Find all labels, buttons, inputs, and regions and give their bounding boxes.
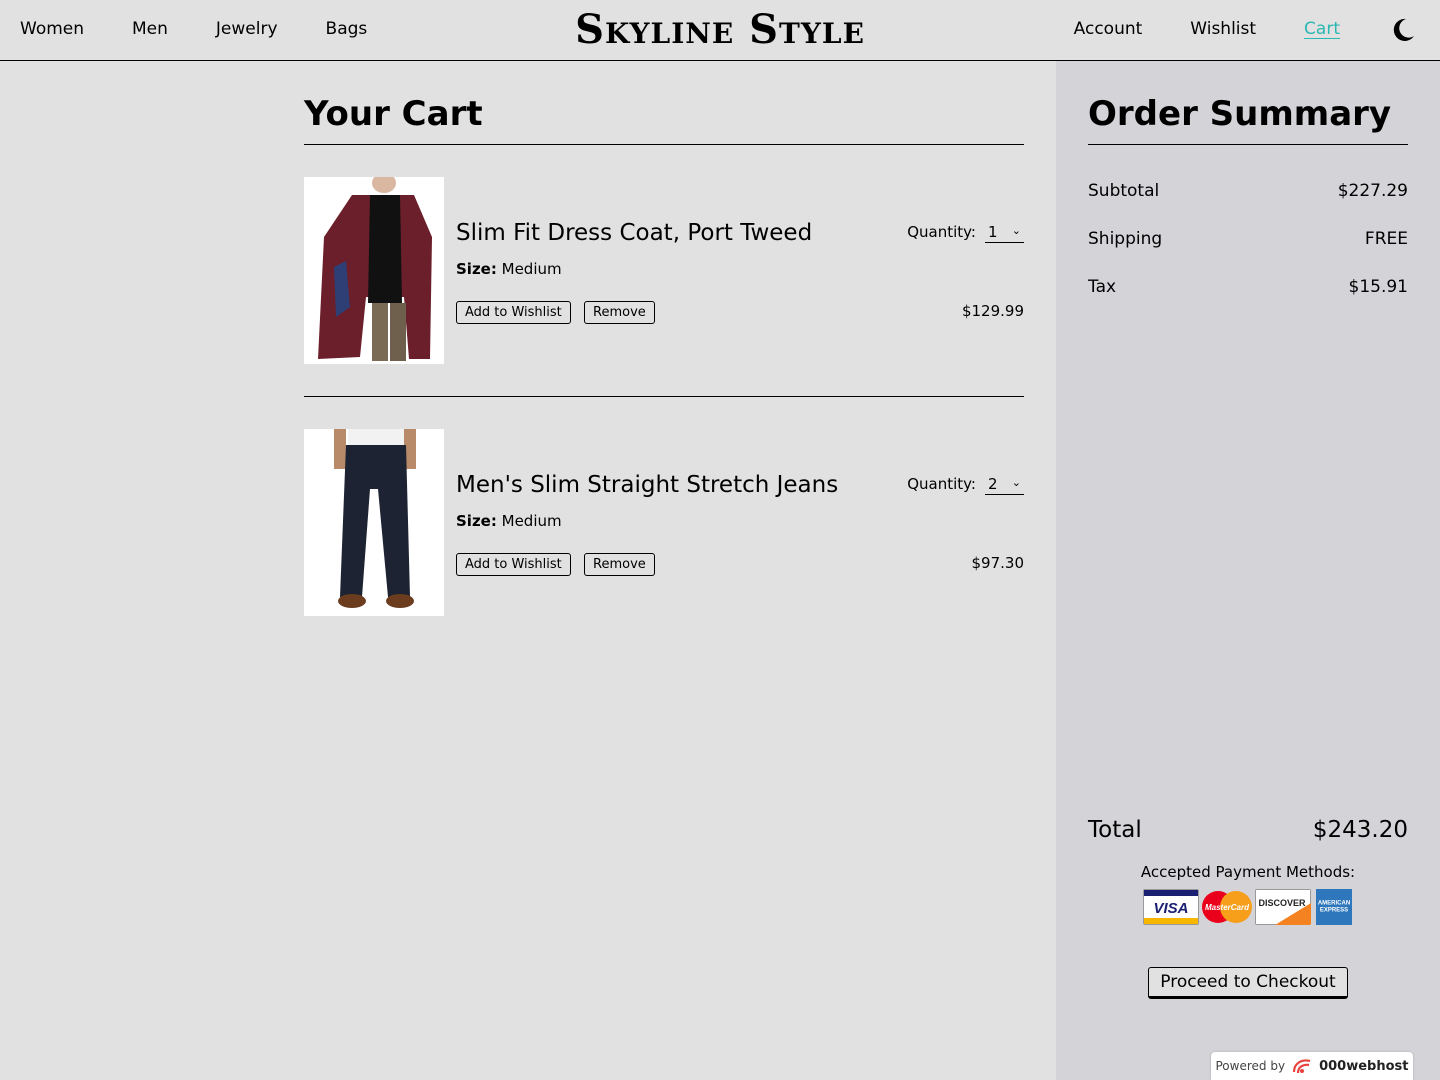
account-nav: Account Wishlist Cart — [1074, 19, 1340, 39]
add-to-wishlist-button[interactable]: Add to Wishlist — [456, 301, 571, 324]
nav-link-cart[interactable]: Cart — [1304, 19, 1340, 39]
quantity-select[interactable]: 1 ⌄ — [985, 223, 1024, 243]
remove-button[interactable]: Remove — [584, 553, 655, 576]
product-image[interactable] — [304, 429, 444, 616]
tax-row: Tax $15.91 — [1088, 277, 1408, 297]
top-nav: Women Men Jewelry Bags Skyline Style Acc… — [0, 0, 1440, 61]
cart-section: Your Cart Slim Fit Dress Coat, Port Twee… — [304, 61, 1024, 649]
webhost-logo-icon — [1292, 1059, 1311, 1074]
page-title: Your Cart — [304, 61, 1024, 145]
order-summary-panel: Order Summary Subtotal $227.29 Shipping … — [1056, 61, 1440, 1080]
subtotal-value: $227.29 — [1337, 181, 1408, 201]
powered-by-badge[interactable]: Powered by 000webhost — [1211, 1052, 1413, 1080]
amex-card-icon: AMERICAN EXPRESS — [1316, 889, 1352, 925]
shipping-row: Shipping FREE — [1088, 229, 1408, 249]
size-value: Medium — [501, 260, 562, 278]
size-label: Size: — [456, 512, 497, 530]
summary-title: Order Summary — [1088, 61, 1408, 145]
quantity-value: 2 — [988, 475, 998, 493]
size-value: Medium — [501, 512, 562, 530]
powered-by-label: Powered by — [1215, 1059, 1286, 1073]
quantity-label: Quantity: — [907, 475, 976, 493]
payment-methods: VISA MasterCard DISCOVER AMERICAN EXPRES… — [1143, 889, 1355, 925]
amex-label: AMERICAN EXPRESS — [1317, 900, 1351, 913]
quantity-label: Quantity: — [907, 223, 976, 241]
discover-label: DISCOVER — [1258, 898, 1306, 908]
cart-item: Slim Fit Dress Coat, Port Tweed Size: Me… — [304, 145, 1024, 397]
total-value: $243.20 — [1312, 817, 1408, 843]
mastercard-label: MasterCard — [1205, 903, 1250, 912]
total-row: Total $243.20 — [1088, 817, 1408, 843]
visa-label: VISA — [1153, 900, 1188, 917]
size-label: Size: — [456, 260, 497, 278]
cart-item: Men's Slim Straight Stretch Jeans Size: … — [304, 397, 1024, 649]
webhost-name: 000webhost — [1319, 1058, 1409, 1074]
product-name[interactable]: Slim Fit Dress Coat, Port Tweed — [456, 220, 812, 246]
product-price: $97.30 — [971, 554, 1025, 572]
shipping-value: FREE — [1364, 229, 1408, 249]
chevron-down-icon: ⌄ — [1011, 476, 1021, 489]
chevron-down-icon: ⌄ — [1011, 224, 1021, 237]
moon-icon[interactable] — [1390, 17, 1416, 43]
discover-card-icon: DISCOVER — [1255, 889, 1311, 925]
nav-link-account[interactable]: Account — [1074, 19, 1143, 39]
product-price: $129.99 — [961, 302, 1024, 320]
product-name[interactable]: Men's Slim Straight Stretch Jeans — [456, 472, 838, 498]
quantity-value: 1 — [988, 223, 998, 241]
dark-jeans-photo — [304, 429, 444, 616]
quantity-select[interactable]: 2 ⌄ — [985, 475, 1024, 495]
payment-methods-label: Accepted Payment Methods: — [1140, 863, 1356, 881]
tax-label: Tax — [1088, 277, 1117, 297]
total-label: Total — [1088, 817, 1142, 843]
product-size: Size: Medium — [456, 260, 562, 278]
proceed-to-checkout-button[interactable]: Proceed to Checkout — [1148, 967, 1348, 999]
shipping-label: Shipping — [1088, 229, 1163, 249]
product-image[interactable] — [304, 177, 444, 364]
tax-value: $15.91 — [1348, 277, 1408, 297]
product-size: Size: Medium — [456, 512, 562, 530]
subtotal-row: Subtotal $227.29 — [1088, 181, 1408, 201]
nav-link-wishlist[interactable]: Wishlist — [1190, 19, 1256, 39]
subtotal-label: Subtotal — [1088, 181, 1160, 201]
visa-card-icon: VISA — [1143, 889, 1199, 925]
remove-button[interactable]: Remove — [584, 301, 655, 324]
burgundy-coat-photo — [304, 177, 444, 364]
mastercard-icon: MasterCard — [1202, 891, 1252, 923]
add-to-wishlist-button[interactable]: Add to Wishlist — [456, 553, 571, 576]
